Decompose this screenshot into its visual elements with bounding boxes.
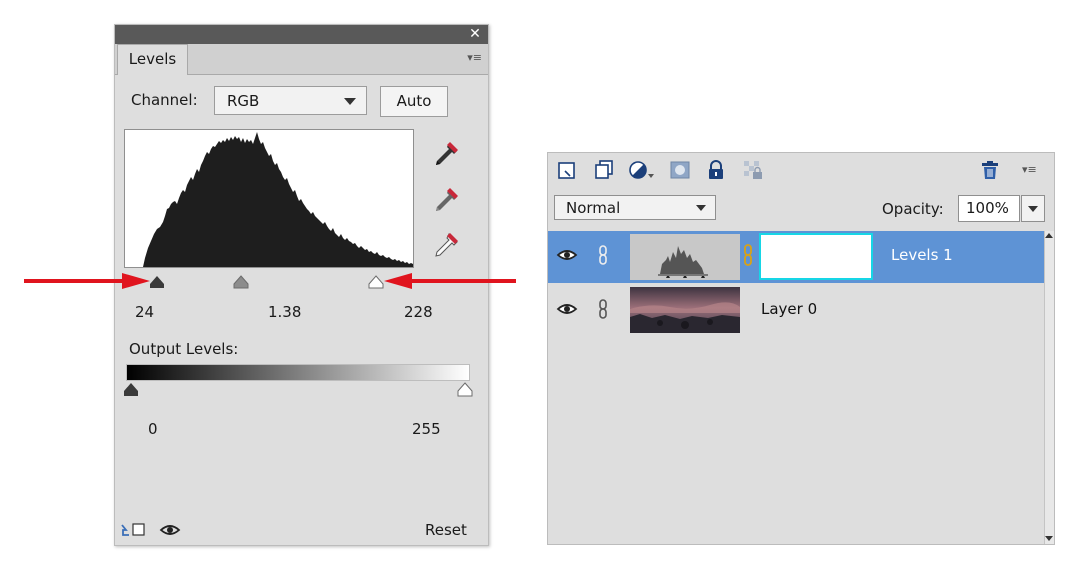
chevron-down-icon (344, 98, 356, 105)
new-layer-icon[interactable] (557, 159, 579, 181)
lock-transparency-icon[interactable] (742, 159, 764, 181)
reset-button[interactable]: Reset (425, 521, 467, 539)
opacity-input[interactable]: 100% (958, 195, 1020, 222)
levels-adjustment-thumbnail (630, 234, 740, 280)
input-gamma-value[interactable]: 1.38 (268, 303, 301, 321)
gamma-slider[interactable] (233, 275, 249, 289)
scroll-down-icon[interactable] (1045, 536, 1053, 541)
layer-row-levels-1[interactable]: Levels 1 (548, 231, 1044, 283)
output-white-value[interactable]: 255 (412, 420, 441, 438)
output-levels-slider[interactable] (123, 380, 475, 400)
layer-row-layer-0[interactable]: Layer 0 (548, 285, 1044, 337)
channel-value: RGB (227, 92, 260, 110)
mask-link-icon[interactable] (743, 243, 753, 267)
layers-toolbar: ▾≡ (548, 153, 1054, 187)
annotation-arrow-left (384, 273, 516, 289)
opacity-dropdown-button[interactable] (1021, 195, 1045, 222)
auto-button[interactable]: Auto (380, 86, 448, 117)
delete-layer-icon[interactable] (979, 159, 1001, 181)
close-icon[interactable]: ✕ (469, 25, 481, 44)
adjustment-layer-icon[interactable] (628, 159, 656, 181)
lock-all-icon[interactable] (705, 159, 727, 181)
layer-mask-thumbnail[interactable] (759, 233, 873, 280)
layers-panel: ▾≡ Normal Opacity: 100% Levels 1 Layer 0 (547, 152, 1055, 545)
layer-name[interactable]: Layer 0 (761, 300, 817, 318)
opacity-label: Opacity: (882, 200, 944, 218)
scroll-up-icon[interactable] (1045, 233, 1053, 238)
black-eyedropper-icon[interactable] (431, 139, 461, 169)
tab-levels[interactable]: Levels (117, 44, 188, 75)
output-black-value[interactable]: 0 (148, 420, 158, 438)
output-gradient-bar (126, 364, 470, 381)
panel-menu-icon[interactable]: ▾≡ (462, 51, 482, 65)
new-group-icon[interactable] (593, 159, 615, 181)
input-white-value[interactable]: 228 (404, 303, 433, 321)
output-levels-label: Output Levels: (129, 340, 239, 358)
white-eyedropper-icon[interactable] (431, 230, 461, 260)
channel-select[interactable]: RGB (214, 86, 367, 115)
input-levels-slider[interactable] (124, 270, 414, 292)
add-mask-icon[interactable] (669, 159, 691, 181)
layer-name[interactable]: Levels 1 (891, 246, 953, 264)
link-icon[interactable] (596, 298, 610, 320)
black-point-slider[interactable] (150, 276, 164, 288)
output-white-slider[interactable] (457, 382, 473, 397)
blend-mode-select[interactable]: Normal (554, 195, 716, 220)
channel-label: Channel: (131, 91, 198, 109)
output-black-slider[interactable] (124, 383, 138, 396)
input-black-value[interactable]: 24 (135, 303, 154, 321)
layers-scrollbar[interactable] (1044, 231, 1054, 544)
clip-to-layer-icon[interactable] (120, 522, 146, 538)
link-icon[interactable] (596, 244, 610, 266)
visibility-eye-icon[interactable] (556, 247, 578, 263)
visibility-eye-icon[interactable] (159, 522, 181, 538)
chevron-down-icon (1028, 206, 1038, 212)
visibility-eye-icon[interactable] (556, 301, 578, 317)
histogram-graph (125, 132, 413, 267)
layer-list: Levels 1 Layer 0 (548, 231, 1044, 544)
panel-titlebar[interactable] (115, 25, 488, 44)
chevron-down-icon (696, 205, 706, 211)
layer-image-thumbnail (630, 287, 740, 333)
histogram (124, 129, 414, 268)
white-point-slider[interactable] (368, 275, 384, 289)
gray-eyedropper-icon[interactable] (431, 185, 461, 215)
panel-menu-icon[interactable]: ▾≡ (1022, 159, 1046, 181)
annotation-arrow-right (24, 273, 150, 289)
blend-mode-value: Normal (566, 199, 621, 217)
